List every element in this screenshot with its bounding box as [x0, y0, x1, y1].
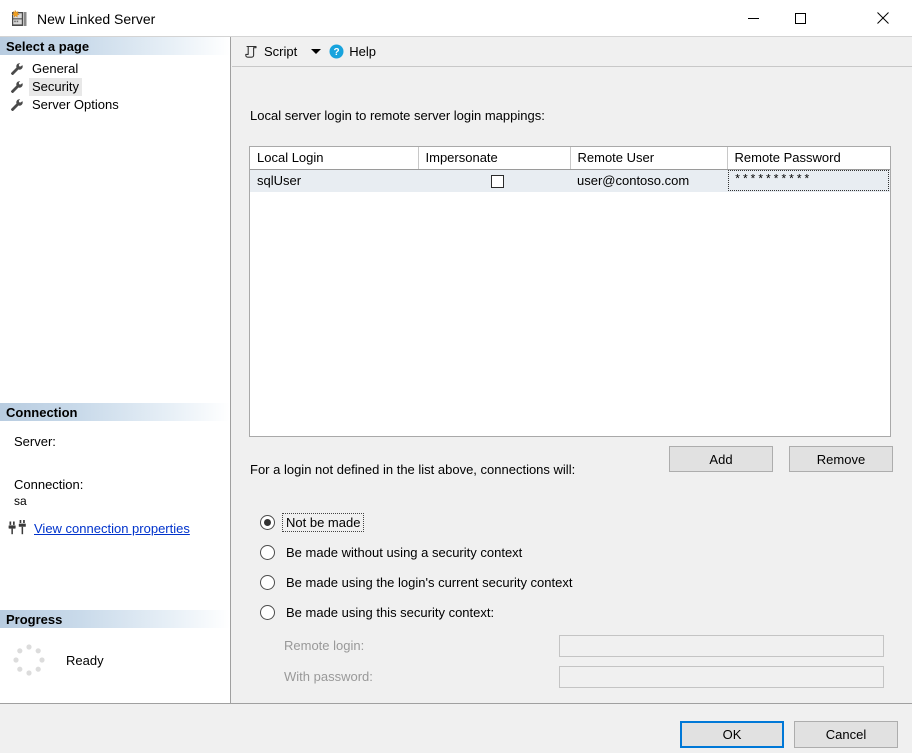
security-context-fields: Remote login: With password: [284, 630, 884, 692]
cell-remote-user[interactable]: user@contoso.com [570, 169, 727, 192]
new-linked-server-dialog: New Linked Server Select a page General [0, 0, 912, 753]
mapping-label: Local server login to remote server logi… [250, 108, 545, 123]
sidebar-item-server-options[interactable]: Server Options [0, 96, 230, 114]
help-button[interactable]: ? Help [325, 41, 380, 63]
footer-buttons: OK Cancel [680, 721, 898, 748]
connection-plug-icon [8, 519, 28, 537]
radio-option-not-be-made[interactable]: Not be made [260, 507, 575, 537]
chevron-down-icon[interactable] [311, 49, 321, 54]
sidebar-item-label: Server Options [29, 96, 122, 114]
table-header-row: Local Login Impersonate Remote User Remo… [250, 147, 890, 169]
remote-password-value: ********** [734, 173, 811, 187]
radio-button[interactable] [260, 545, 275, 560]
cell-remote-password[interactable]: ********** [727, 169, 890, 192]
sidebar-item-label: General [29, 60, 81, 78]
radio-button[interactable] [260, 605, 275, 620]
mappings-table: Local Login Impersonate Remote User Remo… [250, 147, 890, 192]
add-button[interactable]: Add [669, 446, 773, 472]
sidebar: Select a page General Security Server Op… [0, 37, 231, 703]
wrench-icon [10, 98, 24, 112]
radio-label: Be made using this security context: [283, 604, 497, 621]
page-list: General Security Server Options [0, 56, 230, 114]
wrench-icon [10, 80, 24, 94]
login-not-defined-label: For a login not defined in the list abov… [250, 462, 575, 477]
spinner-icon [10, 641, 48, 679]
server-label: Server: [14, 434, 230, 449]
remote-login-label: Remote login: [284, 638, 559, 653]
script-label: Script [264, 44, 297, 59]
cancel-button[interactable]: Cancel [794, 721, 898, 748]
connection-panel: Connection Server: Connection: sa [0, 403, 230, 537]
connection-behavior-radio-group: Not be made Be made without using a secu… [260, 507, 575, 627]
close-button[interactable] [860, 0, 906, 36]
toolbar: Script ? Help [232, 37, 912, 67]
login-mappings-grid[interactable]: Local Login Impersonate Remote User Remo… [249, 146, 891, 437]
minimize-button[interactable] [730, 0, 776, 36]
window-title: New Linked Server [37, 9, 155, 29]
column-header-impersonate[interactable]: Impersonate [418, 147, 570, 169]
dialog-footer: OK Cancel [0, 703, 912, 753]
table-row[interactable]: sqlUser user@contoso.com ********** [250, 169, 890, 192]
column-header-remote-user[interactable]: Remote User [570, 147, 727, 169]
radio-option-this-security-context[interactable]: Be made using this security context: [260, 597, 575, 627]
remote-login-row: Remote login: [284, 630, 884, 661]
with-password-input[interactable] [559, 666, 884, 688]
svg-text:?: ? [334, 47, 340, 58]
radio-label: Be made using the login's current securi… [283, 574, 575, 591]
radio-option-without-security-context[interactable]: Be made without using a security context [260, 537, 575, 567]
progress-panel: Progress [0, 610, 230, 679]
linked-server-icon [9, 9, 29, 29]
connection-value: sa [14, 494, 230, 508]
title-bar: New Linked Server [0, 0, 912, 37]
column-header-remote-password[interactable]: Remote Password [727, 147, 890, 169]
cell-impersonate[interactable] [418, 169, 570, 192]
column-header-local-login[interactable]: Local Login [250, 147, 418, 169]
sidebar-item-security[interactable]: Security [0, 78, 230, 96]
remote-login-input[interactable] [559, 635, 884, 657]
remove-button[interactable]: Remove [789, 446, 893, 472]
wrench-icon [10, 62, 24, 76]
radio-button[interactable] [260, 575, 275, 590]
sidebar-item-general[interactable]: General [0, 60, 230, 78]
help-label: Help [349, 44, 376, 59]
script-icon [244, 44, 259, 59]
connection-header: Connection [0, 403, 230, 422]
connection-label: Connection: [14, 477, 230, 492]
progress-status: Ready [66, 653, 104, 668]
view-connection-properties-link[interactable]: View connection properties [34, 521, 190, 536]
radio-option-login-current-security-context[interactable]: Be made using the login's current securi… [260, 567, 575, 597]
content-area: Script ? Help Local server login to remo… [232, 37, 912, 703]
script-button[interactable]: Script [240, 41, 301, 63]
with-password-label: With password: [284, 669, 559, 684]
progress-header: Progress [0, 610, 230, 629]
maximize-button[interactable] [777, 0, 823, 36]
select-page-header: Select a page [0, 37, 230, 56]
ok-button[interactable]: OK [680, 721, 784, 748]
sidebar-item-label: Security [29, 78, 82, 96]
impersonate-checkbox[interactable] [491, 175, 504, 188]
with-password-row: With password: [284, 661, 884, 692]
radio-label: Not be made [283, 514, 363, 531]
help-icon: ? [329, 44, 344, 59]
cell-local-login[interactable]: sqlUser [250, 169, 418, 192]
radio-label: Be made without using a security context [283, 544, 525, 561]
grid-action-buttons: Add Remove [669, 446, 893, 472]
radio-button[interactable] [260, 515, 275, 530]
